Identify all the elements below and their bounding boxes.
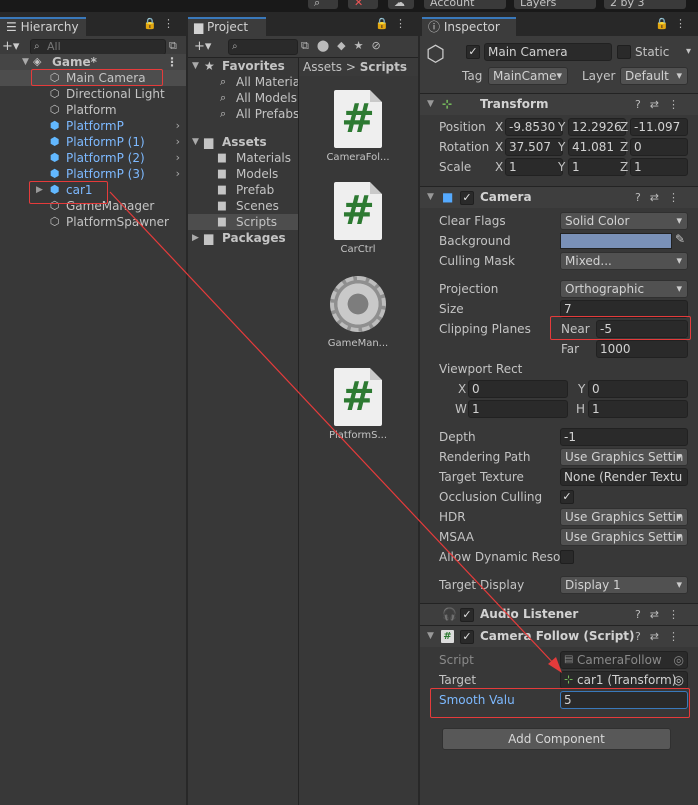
- arrow-line: [109, 191, 557, 667]
- annotation-arrow: [109, 191, 562, 673]
